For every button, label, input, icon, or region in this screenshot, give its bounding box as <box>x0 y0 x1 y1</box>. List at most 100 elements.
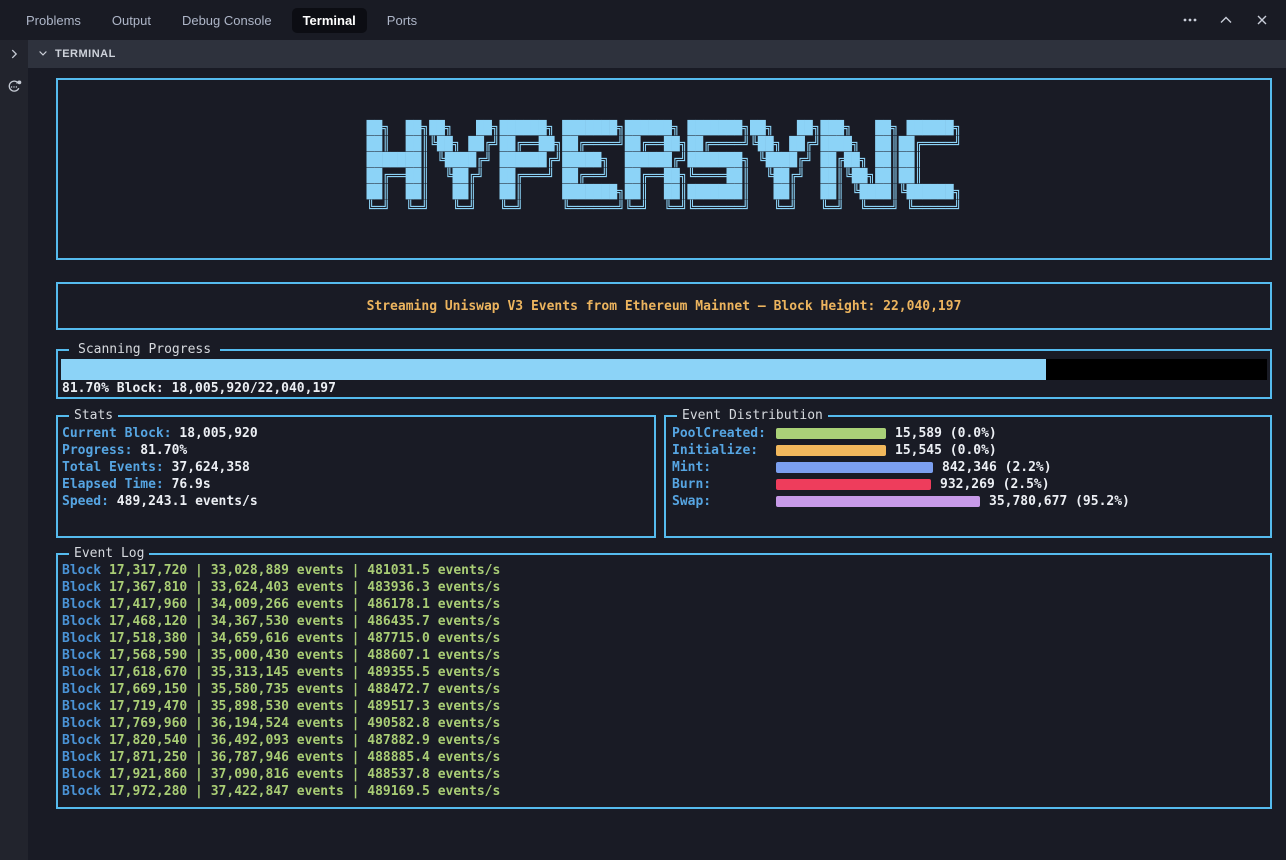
distribution-value: 932,269 (2.5%) <box>940 477 1050 492</box>
panel-tab-debug-console[interactable]: Debug Console <box>171 8 283 33</box>
log-block-word: Block <box>62 648 109 663</box>
panel-side-strip <box>0 40 28 860</box>
hypersync-banner: ██╗ ██╗██╗ ██╗██████╗ ███████╗██████╗ ██… <box>56 78 1272 260</box>
panel-body: TERMINAL ██╗ ██╗██╗ ██╗██████╗ ███████╗█… <box>0 40 1286 860</box>
stat-label: Speed: <box>62 494 117 509</box>
progress-fill <box>61 359 1046 380</box>
log-entry-text: 17,871,250 | 36,787,946 events | 488885.… <box>109 750 500 765</box>
stat-row: Speed: 489,243.1 events/s <box>62 493 654 510</box>
log-line: Block 17,568,590 | 35,000,430 events | 4… <box>62 647 1270 664</box>
maximize-panel-icon[interactable] <box>1218 12 1234 28</box>
event-log-title: Event Log <box>69 545 149 562</box>
distribution-row: Mint: 842,346 (2.2%) <box>672 459 1270 476</box>
distribution-value: 35,780,677 (95.2%) <box>989 494 1130 509</box>
log-block-word: Block <box>62 767 109 782</box>
log-block-word: Block <box>62 750 109 765</box>
panel-tab-ports[interactable]: Ports <box>376 8 428 33</box>
event-distribution-box: Event Distribution PoolCreated:15,589 (0… <box>664 415 1272 538</box>
stats-box: Stats Current Block: 18,005,920Progress:… <box>56 415 656 538</box>
log-block-word: Block <box>62 784 109 799</box>
log-block-word: Block <box>62 682 109 697</box>
log-block-word: Block <box>62 716 109 731</box>
stat-label: Progress: <box>62 443 140 458</box>
terminal-content[interactable]: ██╗ ██╗██╗ ██╗██████╗ ███████╗██████╗ ██… <box>28 68 1286 860</box>
stat-value: 76.9s <box>172 477 211 492</box>
close-panel-icon[interactable] <box>1254 12 1270 28</box>
log-entry-text: 17,719,470 | 35,898,530 events | 489517.… <box>109 699 500 714</box>
distribution-value: 842,346 (2.2%) <box>942 460 1052 475</box>
distribution-value: 15,545 (0.0%) <box>895 443 997 458</box>
log-line: Block 17,367,810 | 33,624,403 events | 4… <box>62 579 1270 596</box>
distribution-label: PoolCreated: <box>672 426 776 441</box>
panel-actions <box>1182 12 1286 28</box>
log-line: Block 17,820,540 | 36,492,093 events | 4… <box>62 732 1270 749</box>
distribution-row: PoolCreated:15,589 (0.0%) <box>672 425 1270 442</box>
log-entry-text: 17,367,810 | 33,624,403 events | 483936.… <box>109 580 500 595</box>
log-entry-text: 17,669,150 | 35,580,735 events | 488472.… <box>109 682 500 697</box>
event-log-box: Event Log Block 17,317,720 | 33,028,889 … <box>56 553 1272 809</box>
panel-tab-terminal[interactable]: Terminal <box>292 8 367 33</box>
log-line: Block 17,468,120 | 34,367,530 events | 4… <box>62 613 1270 630</box>
stat-value: 37,624,358 <box>172 460 250 475</box>
sync-icon[interactable] <box>6 79 22 100</box>
distribution-label: Swap: <box>672 494 776 509</box>
log-line: Block 17,769,960 | 36,194,524 events | 4… <box>62 715 1270 732</box>
terminal-header-label: TERMINAL <box>55 48 116 60</box>
scanning-progress-box: Scanning Progress 81.70% Block: 18,005,9… <box>56 349 1272 399</box>
log-line: Block 17,417,960 | 34,009,266 events | 4… <box>62 596 1270 613</box>
log-entry-text: 17,618,670 | 35,313,145 events | 489355.… <box>109 665 500 680</box>
log-line: Block 17,618,670 | 35,313,145 events | 4… <box>62 664 1270 681</box>
stats-distribution-row: Stats Current Block: 18,005,920Progress:… <box>56 415 1272 538</box>
log-line: Block 17,921,860 | 37,090,816 events | 4… <box>62 766 1270 783</box>
distribution-bar <box>776 445 886 456</box>
terminal-section-header: TERMINAL <box>28 40 1286 68</box>
log-block-word: Block <box>62 597 109 612</box>
event-distribution-title: Event Distribution <box>677 407 828 424</box>
log-entry-text: 17,317,720 | 33,028,889 events | 481031.… <box>109 563 500 578</box>
panel-tab-output[interactable]: Output <box>101 8 162 33</box>
stat-row: Elapsed Time: 76.9s <box>62 476 654 493</box>
stat-label: Current Block: <box>62 426 179 441</box>
log-entry-text: 17,417,960 | 34,009,266 events | 486178.… <box>109 597 500 612</box>
stat-label: Total Events: <box>62 460 172 475</box>
stat-row: Total Events: 37,624,358 <box>62 459 654 476</box>
log-line: Block 17,317,720 | 33,028,889 events | 4… <box>62 562 1270 579</box>
log-entry-text: 17,820,540 | 36,492,093 events | 487882.… <box>109 733 500 748</box>
panel-main-column: TERMINAL ██╗ ██╗██╗ ██╗██████╗ ███████╗█… <box>28 40 1286 860</box>
scanning-progress-status: 81.70% Block: 18,005,920/22,040,197 <box>61 380 1267 398</box>
log-block-word: Block <box>62 733 109 748</box>
log-entry-text: 17,468,120 | 34,367,530 events | 486435.… <box>109 614 500 629</box>
event-log-rows: Block 17,317,720 | 33,028,889 events | 4… <box>62 562 1270 800</box>
log-block-word: Block <box>62 665 109 680</box>
scanning-progress-title: Scanning Progress <box>69 341 220 358</box>
distribution-bar <box>776 496 980 507</box>
log-block-word: Block <box>62 563 109 578</box>
distribution-row: Burn: 932,269 (2.5%) <box>672 476 1270 493</box>
stream-info-text: Streaming Uniswap V3 Events from Ethereu… <box>367 299 962 314</box>
stat-value: 81.70% <box>140 443 187 458</box>
scanning-progress-track <box>61 359 1267 380</box>
distribution-label: Initialize: <box>672 443 776 458</box>
stat-row: Current Block: 18,005,920 <box>62 425 654 442</box>
panel-tab-problems[interactable]: Problems <box>15 8 92 33</box>
distribution-rows: PoolCreated:15,589 (0.0%)Initialize: 15,5… <box>672 425 1270 510</box>
log-line: Block 17,719,470 | 35,898,530 events | 4… <box>62 698 1270 715</box>
hypersync-ascii-art: ██╗ ██╗██╗ ██╗██████╗ ███████╗██████╗ ██… <box>367 121 962 217</box>
distribution-label: Burn: <box>672 477 776 492</box>
stat-row: Progress: 81.70% <box>62 442 654 459</box>
stats-title: Stats <box>69 407 118 424</box>
more-actions-icon[interactable] <box>1182 12 1198 28</box>
log-block-word: Block <box>62 580 109 595</box>
distribution-row: Initialize: 15,545 (0.0%) <box>672 442 1270 459</box>
distribution-bar <box>776 479 931 490</box>
distribution-bar <box>776 428 886 439</box>
log-block-word: Block <box>62 699 109 714</box>
stats-rows: Current Block: 18,005,920Progress: 81.70… <box>62 425 654 510</box>
chevron-down-icon[interactable] <box>37 47 49 62</box>
log-entry-text: 17,972,280 | 37,422,847 events | 489169.… <box>109 784 500 799</box>
distribution-label: Mint: <box>672 460 776 475</box>
log-line: Block 17,669,150 | 35,580,735 events | 4… <box>62 681 1270 698</box>
expand-strip-icon[interactable] <box>7 47 21 66</box>
log-line: Block 17,871,250 | 36,787,946 events | 4… <box>62 749 1270 766</box>
log-line: Block 17,518,380 | 34,659,616 events | 4… <box>62 630 1270 647</box>
